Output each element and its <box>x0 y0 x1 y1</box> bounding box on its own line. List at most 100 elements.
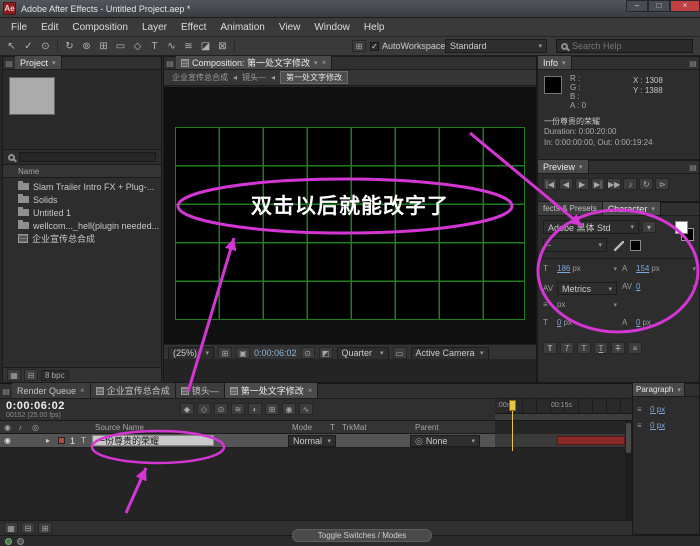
draft-3d-icon[interactable]: ◇ <box>197 403 211 415</box>
hide-shy-layers-icon[interactable]: ⊙ <box>214 403 228 415</box>
chevron-down-icon[interactable]: ▾ <box>613 301 617 309</box>
menu-edit[interactable]: Edit <box>34 22 65 33</box>
panel-menu-icon[interactable]: ▤ <box>687 59 699 68</box>
close-icon[interactable]: × <box>322 58 327 67</box>
first-frame-button[interactable]: |◀ <box>543 178 557 190</box>
menu-effect[interactable]: Effect <box>174 22 213 33</box>
panel-menu-icon[interactable]: ▤ <box>687 163 699 172</box>
resolution-select[interactable]: Quarter ▾ <box>336 346 389 360</box>
list-item[interactable]: Untitled 1 <box>3 206 161 219</box>
chevron-down-icon[interactable]: ▾ <box>692 265 696 273</box>
all-caps-button[interactable]: T <box>577 342 591 354</box>
list-item[interactable]: wellcom..._hell(plugin needed... <box>3 219 161 232</box>
grid-guides-icon[interactable]: ⊞ <box>218 347 232 359</box>
layer-color-chip[interactable] <box>58 437 65 444</box>
faux-bold-button[interactable]: T <box>543 342 557 354</box>
status-icon-gray[interactable] <box>17 538 24 545</box>
mode-column[interactable]: Mode <box>292 423 312 432</box>
expand-in-out-icon[interactable]: ⊞ <box>38 522 52 534</box>
auto-keyframe-icon[interactable]: ◉ <box>282 403 296 415</box>
maximize-button[interactable]: □ <box>648 0 670 12</box>
tracking-value[interactable]: 0 <box>636 282 640 291</box>
indent-right-value[interactable]: 0 px <box>650 421 665 430</box>
indent-left-value[interactable]: 0 px <box>650 405 665 414</box>
status-icon-green[interactable] <box>5 538 12 545</box>
expand-transfer-controls-icon[interactable]: ⊟ <box>21 522 35 534</box>
next-frame-button[interactable]: ▶| <box>591 178 605 190</box>
autoworkspace-checkbox[interactable]: ✓ <box>370 41 379 51</box>
selection-tool-icon[interactable]: ↖ <box>3 41 20 52</box>
layer-name-field[interactable]: 一份尊贵的荣耀 <box>92 435 214 446</box>
close-icon[interactable]: × <box>80 386 85 395</box>
font-size-value[interactable]: 186 <box>557 264 570 273</box>
faux-italic-button[interactable]: T <box>560 342 574 354</box>
mask-visibility-icon[interactable]: ▣ <box>236 347 250 359</box>
composition-viewport[interactable]: 双击以后就能改字了 <box>164 87 536 344</box>
timeline-current-time[interactable]: 0:00:06:02 <box>6 400 65 412</box>
menu-layer[interactable]: Layer <box>135 22 174 33</box>
type-tool-icon[interactable]: T <box>146 41 163 52</box>
motion-blur-icon[interactable]: ◐ <box>248 403 262 415</box>
brainstorm-icon[interactable]: ⊞ <box>265 403 279 415</box>
font-browse-icon[interactable]: ▾ <box>642 221 656 233</box>
parent-select[interactable]: ◎ None ▾ <box>410 435 480 447</box>
font-style-select[interactable]: - ▾ <box>543 238 607 252</box>
pan-behind-tool-icon[interactable]: ⊞ <box>95 41 112 52</box>
graph-editor-icon[interactable]: ∿ <box>299 403 313 415</box>
list-item[interactable]: Slam Trailer Intro FX + Plug-... <box>3 180 161 193</box>
rotate-tool-icon[interactable]: ↻ <box>61 41 78 52</box>
table-row[interactable]: ◉ ▸ 1 T 一份尊贵的荣耀 Normal ▾ ◎ None ▾ <box>0 434 495 448</box>
menu-help[interactable]: Help <box>357 22 392 33</box>
chevron-down-icon[interactable]: ▾ <box>613 265 617 273</box>
tab-effects-presets[interactable]: fects & Presets <box>538 202 603 215</box>
brush-tool-icon[interactable]: ∿ <box>163 41 180 52</box>
tab-comp-text-edit[interactable]: 第一处文字修改 × <box>224 383 319 398</box>
project-name-column[interactable]: Name <box>18 167 39 176</box>
expand-layer-switches-icon[interactable]: ▦ <box>4 522 18 534</box>
tab-composition[interactable]: Composition: 第一处文字修改 ▾ × <box>176 56 333 69</box>
black-swatch[interactable] <box>630 240 641 251</box>
close-icon[interactable]: × <box>308 386 313 395</box>
menu-view[interactable]: View <box>272 22 308 33</box>
work-area-bar[interactable] <box>495 414 632 421</box>
menu-composition[interactable]: Composition <box>65 22 135 33</box>
tab-paragraph[interactable]: Paragraph ▾ <box>633 383 685 396</box>
pickwhip-icon[interactable]: ◎ <box>415 436 423 447</box>
snapshot-icon[interactable]: ⊙ <box>300 347 315 359</box>
workspace-select[interactable]: Standard ▾ <box>445 39 547 53</box>
layer-duration-bar[interactable] <box>557 436 625 445</box>
breadcrumb-item-current[interactable]: 第一处文字修改 <box>280 71 349 84</box>
camera-tool-icon[interactable]: ⊚ <box>78 41 95 52</box>
ram-preview-button[interactable]: ⊳ <box>655 178 670 190</box>
tab-info[interactable]: Info ▾ <box>538 56 572 69</box>
show-channel-icon[interactable]: ◩ <box>318 347 333 359</box>
parent-column[interactable]: Parent <box>415 423 439 432</box>
baseline-shift-value[interactable]: 0 <box>636 318 640 327</box>
underline-button[interactable]: T <box>594 342 608 354</box>
interpret-footage-icon[interactable]: ▦ <box>7 369 21 381</box>
play-button[interactable]: ▶ <box>575 178 589 190</box>
audio-button[interactable]: ♪ <box>623 178 638 190</box>
list-item[interactable]: Solids <box>3 193 161 206</box>
source-name-column[interactable]: Source Name <box>95 423 144 432</box>
tab-render-queue[interactable]: Render Queue × <box>12 383 91 398</box>
trkmat-column[interactable]: TrkMat <box>342 423 367 432</box>
vertical-scale-value[interactable]: 0 <box>557 318 561 327</box>
layer-visibility-icon[interactable]: ◉ <box>4 436 11 445</box>
frame-blending-icon[interactable]: ≋ <box>231 403 245 415</box>
font-family-select[interactable]: Adobe 黑体 Std ▾ <box>543 220 639 234</box>
zoom-select[interactable]: (25%) ▾ <box>168 346 214 360</box>
tab-project[interactable]: Project ▾ <box>15 56 62 69</box>
last-frame-button[interactable]: ▶▶ <box>607 178 622 190</box>
close-button[interactable]: × <box>670 0 700 12</box>
chevron-down-icon[interactable]: ▾ <box>692 283 696 291</box>
fill-color-swatch[interactable] <box>675 221 688 234</box>
composition-mini-flowchart-icon[interactable]: ◆ <box>180 403 194 415</box>
tab-comp-main[interactable]: 企业宣传总合成 <box>90 383 176 398</box>
zoom-tool-icon[interactable]: ⊙ <box>37 41 54 52</box>
blend-mode-select[interactable]: Normal ▾ <box>288 435 336 447</box>
project-bit-depth[interactable]: 8 bpc <box>41 369 69 381</box>
t-column[interactable]: T <box>330 423 335 432</box>
breadcrumb-item[interactable]: 镜头— <box>242 72 266 83</box>
toggle-switches-modes-button[interactable]: Toggle Switches / Modes <box>292 529 432 542</box>
